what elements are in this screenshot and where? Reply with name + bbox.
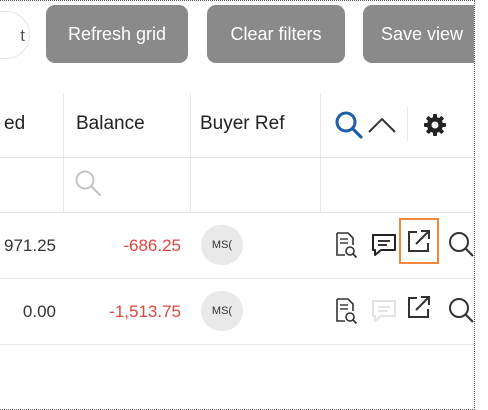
- document-search-icon[interactable]: [334, 297, 358, 330]
- open-external-icon[interactable]: [406, 294, 432, 325]
- table-row[interactable]: 0.00 -1,513.75 MS(: [0, 278, 474, 345]
- filter-row: [0, 157, 474, 213]
- save-view-button[interactable]: Save view: [363, 5, 474, 63]
- gear-icon[interactable]: [423, 113, 447, 142]
- column-header-buyer-ref[interactable]: Buyer Ref: [200, 113, 284, 135]
- document-search-icon[interactable]: [334, 231, 358, 264]
- column-divider: [190, 93, 191, 157]
- partial-amount-cell: 971.25: [4, 236, 56, 255]
- open-external-icon[interactable]: [406, 228, 432, 259]
- search-icon[interactable]: [334, 110, 364, 145]
- balance-cell: -1,513.75: [109, 302, 181, 321]
- table-row[interactable]: 971.25 -686.25 MS(: [0, 212, 474, 279]
- grid-panel: t Refresh grid Clear filters Save view e…: [0, 0, 475, 410]
- search-icon[interactable]: [447, 230, 474, 263]
- column-divider: [320, 157, 321, 212]
- toolbar: t Refresh grid Clear filters Save view: [0, 1, 474, 71]
- partial-toolbar-button[interactable]: t: [0, 11, 30, 59]
- clear-filters-button[interactable]: Clear filters: [207, 5, 345, 63]
- icon-divider: [407, 107, 408, 141]
- column-divider: [63, 93, 64, 157]
- search-icon[interactable]: [447, 296, 474, 329]
- chevron-up-icon[interactable]: [367, 115, 397, 140]
- buyer-ref-badge: MS(: [201, 291, 243, 331]
- column-header-partial[interactable]: ed: [4, 113, 25, 135]
- balance-cell: -686.25: [123, 236, 181, 255]
- column-header-balance[interactable]: Balance: [76, 113, 145, 135]
- column-divider: [320, 93, 321, 157]
- refresh-grid-button[interactable]: Refresh grid: [46, 5, 188, 63]
- comment-icon: [370, 298, 398, 329]
- header-row: ed Balance Buyer Ref: [0, 93, 474, 158]
- column-divider: [63, 157, 64, 212]
- column-divider: [190, 157, 191, 212]
- partial-amount-cell: 0.00: [22, 302, 56, 321]
- buyer-ref-badge: MS(: [201, 225, 243, 265]
- comment-icon[interactable]: [370, 232, 398, 263]
- filter-search-icon[interactable]: [74, 169, 102, 202]
